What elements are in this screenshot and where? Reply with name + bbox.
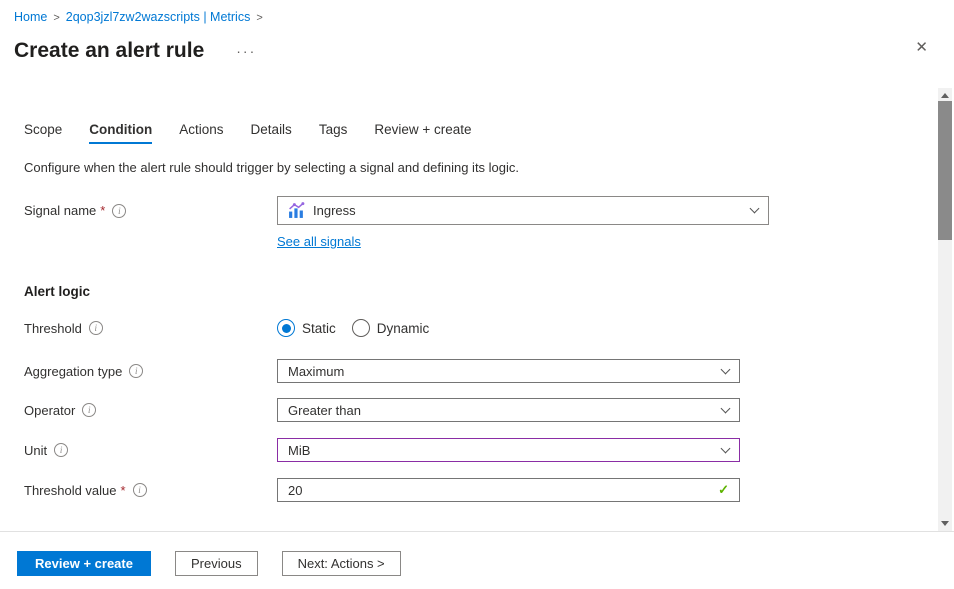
breadcrumb-separator: > — [256, 12, 262, 24]
operator-label-text: Operator — [24, 403, 75, 418]
radio-unselected-icon — [352, 319, 370, 337]
unit-label-text: Unit — [24, 443, 47, 458]
breadcrumb-home-link[interactable]: Home — [14, 10, 47, 24]
radio-selected-icon — [277, 319, 295, 337]
radio-static[interactable]: Static — [277, 319, 336, 337]
next-actions-button[interactable]: Next: Actions > — [282, 551, 401, 576]
see-all-signals-link[interactable]: See all signals — [277, 234, 361, 249]
threshold-value-label: Threshold value * i — [24, 483, 277, 498]
scrollbar-thumb[interactable] — [938, 101, 952, 240]
signal-name-row: Signal name * i Ingress — [24, 196, 954, 225]
see-all-signals-row: See all signals — [24, 234, 954, 249]
aggregation-type-row: Aggregation type i Maximum — [24, 359, 954, 383]
metric-signal-icon — [288, 202, 305, 219]
tab-review-create[interactable]: Review + create — [374, 122, 471, 144]
condition-description: Configure when the alert rule should tri… — [24, 160, 954, 175]
breadcrumb: Home >2qop3jzl7zw2wazscripts | Metrics > — [0, 0, 954, 26]
aggregation-type-dropdown[interactable]: Maximum — [277, 359, 740, 383]
close-icon[interactable]: ✕ — [915, 40, 928, 56]
unit-value: MiB — [288, 443, 310, 458]
radio-dynamic-label: Dynamic — [377, 321, 430, 336]
chevron-down-icon — [721, 443, 731, 453]
tab-condition[interactable]: Condition — [89, 122, 152, 144]
threshold-value-input[interactable]: 20 ✓ — [277, 478, 740, 502]
aggregation-type-label-text: Aggregation type — [24, 364, 122, 379]
signal-name-dropdown[interactable]: Ingress — [277, 196, 769, 225]
info-icon[interactable]: i — [133, 483, 147, 497]
threshold-label: Threshold i — [24, 321, 277, 336]
scrollbar-down-arrow-icon[interactable] — [941, 521, 949, 526]
tab-details[interactable]: Details — [251, 122, 292, 144]
threshold-row: Threshold i Static Dynamic — [24, 319, 954, 337]
info-icon[interactable]: i — [54, 443, 68, 457]
review-create-button[interactable]: Review + create — [17, 551, 151, 576]
threshold-value-label-text: Threshold value — [24, 483, 117, 498]
required-asterisk: * — [121, 483, 126, 498]
chevron-down-icon — [721, 403, 731, 413]
valid-check-icon: ✓ — [718, 482, 729, 498]
tab-actions[interactable]: Actions — [179, 122, 223, 144]
info-icon[interactable]: i — [82, 403, 96, 417]
scrollbar-up-arrow-icon[interactable] — [941, 93, 949, 98]
signal-name-label: Signal name * i — [24, 203, 277, 218]
info-icon[interactable]: i — [89, 321, 103, 335]
wizard-tabs: Scope Condition Actions Details Tags Rev… — [24, 122, 954, 144]
alert-logic-heading: Alert logic — [24, 284, 954, 299]
previous-button[interactable]: Previous — [175, 551, 258, 576]
breadcrumb-separator: > — [53, 12, 59, 24]
info-icon[interactable]: i — [129, 364, 143, 378]
chevron-down-icon — [721, 364, 731, 374]
operator-label: Operator i — [24, 403, 277, 418]
page-title: Create an alert rule — [14, 39, 204, 63]
unit-label: Unit i — [24, 443, 277, 458]
operator-row: Operator i Greater than — [24, 398, 954, 422]
signal-name-value: Ingress — [313, 203, 356, 218]
operator-value: Greater than — [288, 403, 361, 418]
chevron-down-icon — [750, 204, 760, 214]
vertical-scrollbar[interactable] — [938, 88, 952, 531]
tab-scope[interactable]: Scope — [24, 122, 62, 144]
threshold-value-row: Threshold value * i 20 ✓ — [24, 478, 954, 502]
threshold-value-text: 20 — [288, 483, 302, 498]
threshold-label-text: Threshold — [24, 321, 82, 336]
page-header: Create an alert rule ··· — [0, 36, 954, 66]
radio-static-label: Static — [302, 321, 336, 336]
info-icon[interactable]: i — [112, 204, 126, 218]
threshold-radio-group: Static Dynamic — [277, 319, 429, 337]
unit-row: Unit i MiB — [24, 438, 954, 462]
more-options-icon[interactable]: ··· — [236, 43, 256, 59]
operator-dropdown[interactable]: Greater than — [277, 398, 740, 422]
aggregation-type-value: Maximum — [288, 364, 344, 379]
tab-tags[interactable]: Tags — [319, 122, 348, 144]
radio-dynamic[interactable]: Dynamic — [352, 319, 430, 337]
aggregation-type-label: Aggregation type i — [24, 364, 277, 379]
breadcrumb-resource-link[interactable]: 2qop3jzl7zw2wazscripts | Metrics — [66, 10, 251, 24]
signal-name-label-text: Signal name — [24, 203, 96, 218]
condition-form: Signal name * i Ingress See all signals — [24, 196, 954, 502]
required-asterisk: * — [100, 203, 105, 218]
unit-dropdown[interactable]: MiB — [277, 438, 740, 462]
footer-divider — [0, 531, 954, 532]
footer-actions: Review + create Previous Next: Actions > — [17, 551, 401, 576]
